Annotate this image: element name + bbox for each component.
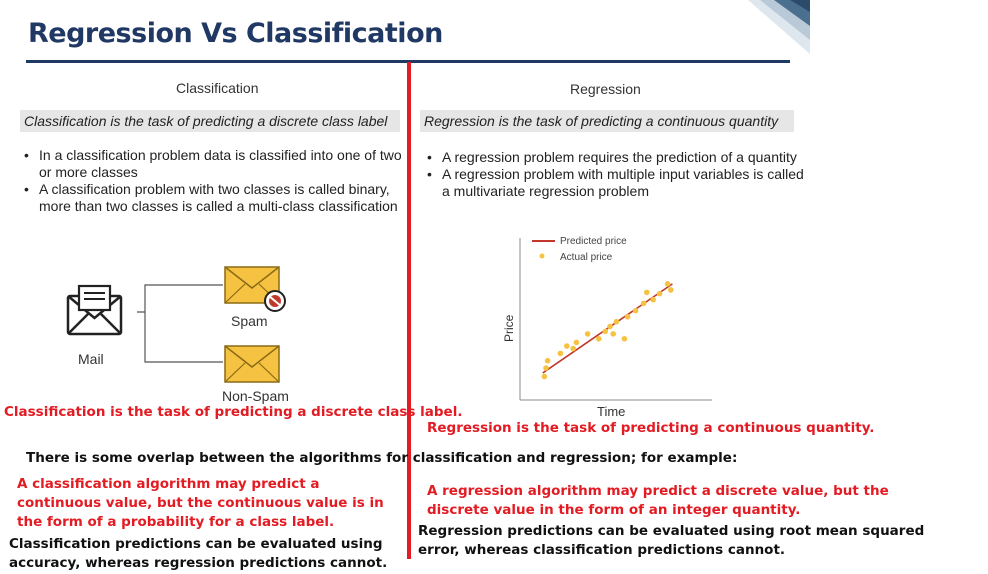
nonspam-envelope-icon — [224, 345, 280, 383]
classification-eval-text: Classification predictions can be evalua… — [9, 536, 388, 571]
page-title: Regression Vs Classification — [28, 18, 443, 49]
classification-heading: Classification — [176, 80, 259, 96]
actual-price-point — [621, 335, 628, 342]
actual-price-point — [610, 331, 616, 337]
actual-price-point — [632, 307, 639, 314]
actual-price-point — [640, 300, 647, 307]
actual-price-point — [596, 335, 602, 342]
actual-price-point — [602, 328, 608, 335]
classification-definition: Classification is the task of predicting… — [20, 110, 400, 132]
y-axis-label: Price — [502, 314, 516, 342]
actual-price-point — [624, 314, 631, 320]
list-item: In a classification problem data is clas… — [22, 147, 402, 181]
actual-price-point — [541, 373, 548, 380]
actual-price-point — [644, 289, 650, 296]
list-item: A regression problem with multiple input… — [425, 166, 815, 200]
actual-price-point — [570, 345, 576, 352]
list-item: A regression problem requires the predic… — [425, 149, 815, 166]
actual-price-point — [668, 287, 674, 293]
price-time-chart: Predicted price Actual price Price — [502, 236, 712, 401]
actual-price-point — [584, 331, 591, 337]
spam-label: Spam — [231, 313, 268, 329]
legend-actual-label: Actual price — [560, 252, 613, 263]
actual-price-point — [573, 339, 580, 346]
actual-price-point — [557, 350, 564, 357]
legend-point-swatch — [539, 253, 545, 259]
mail-icon — [66, 284, 123, 336]
list-item: A classification problem with two classe… — [22, 181, 402, 215]
nonspam-label: Non-Spam — [222, 388, 289, 404]
actual-price-point — [607, 323, 613, 330]
actual-price-point — [564, 343, 570, 349]
mail-label: Mail — [78, 351, 104, 367]
classification-bullets: In a classification problem data is clas… — [22, 147, 402, 215]
actual-price-point — [650, 296, 656, 303]
x-axis-label: Time — [597, 404, 626, 419]
actual-price-point — [543, 365, 549, 371]
regression-red-statement: Regression is the task of predicting a c… — [427, 420, 875, 436]
actual-price-point — [613, 318, 620, 325]
legend-predicted-label: Predicted price — [560, 236, 627, 247]
corner-decoration-icon — [748, 0, 810, 54]
regression-definition: Regression is the task of predicting a c… — [420, 110, 794, 132]
classification-red-statement: Classification is the task of predicting… — [4, 404, 463, 420]
blocked-icon — [264, 290, 286, 312]
regression-bullets: A regression problem requires the predic… — [425, 149, 815, 200]
regression-overlap-text: A regression algorithm may predict a dis… — [427, 483, 889, 518]
actual-price-point — [544, 357, 551, 364]
overlap-statement: There is some overlap between the algori… — [26, 450, 738, 466]
regression-eval-text: Regression predictions can be evaluated … — [418, 523, 925, 558]
classification-overlap-text: A classification algorithm may predict a… — [17, 476, 384, 530]
actual-price-point — [664, 281, 671, 287]
column-divider — [407, 62, 411, 559]
actual-price-point — [656, 290, 663, 297]
regression-heading: Regression — [570, 81, 641, 97]
